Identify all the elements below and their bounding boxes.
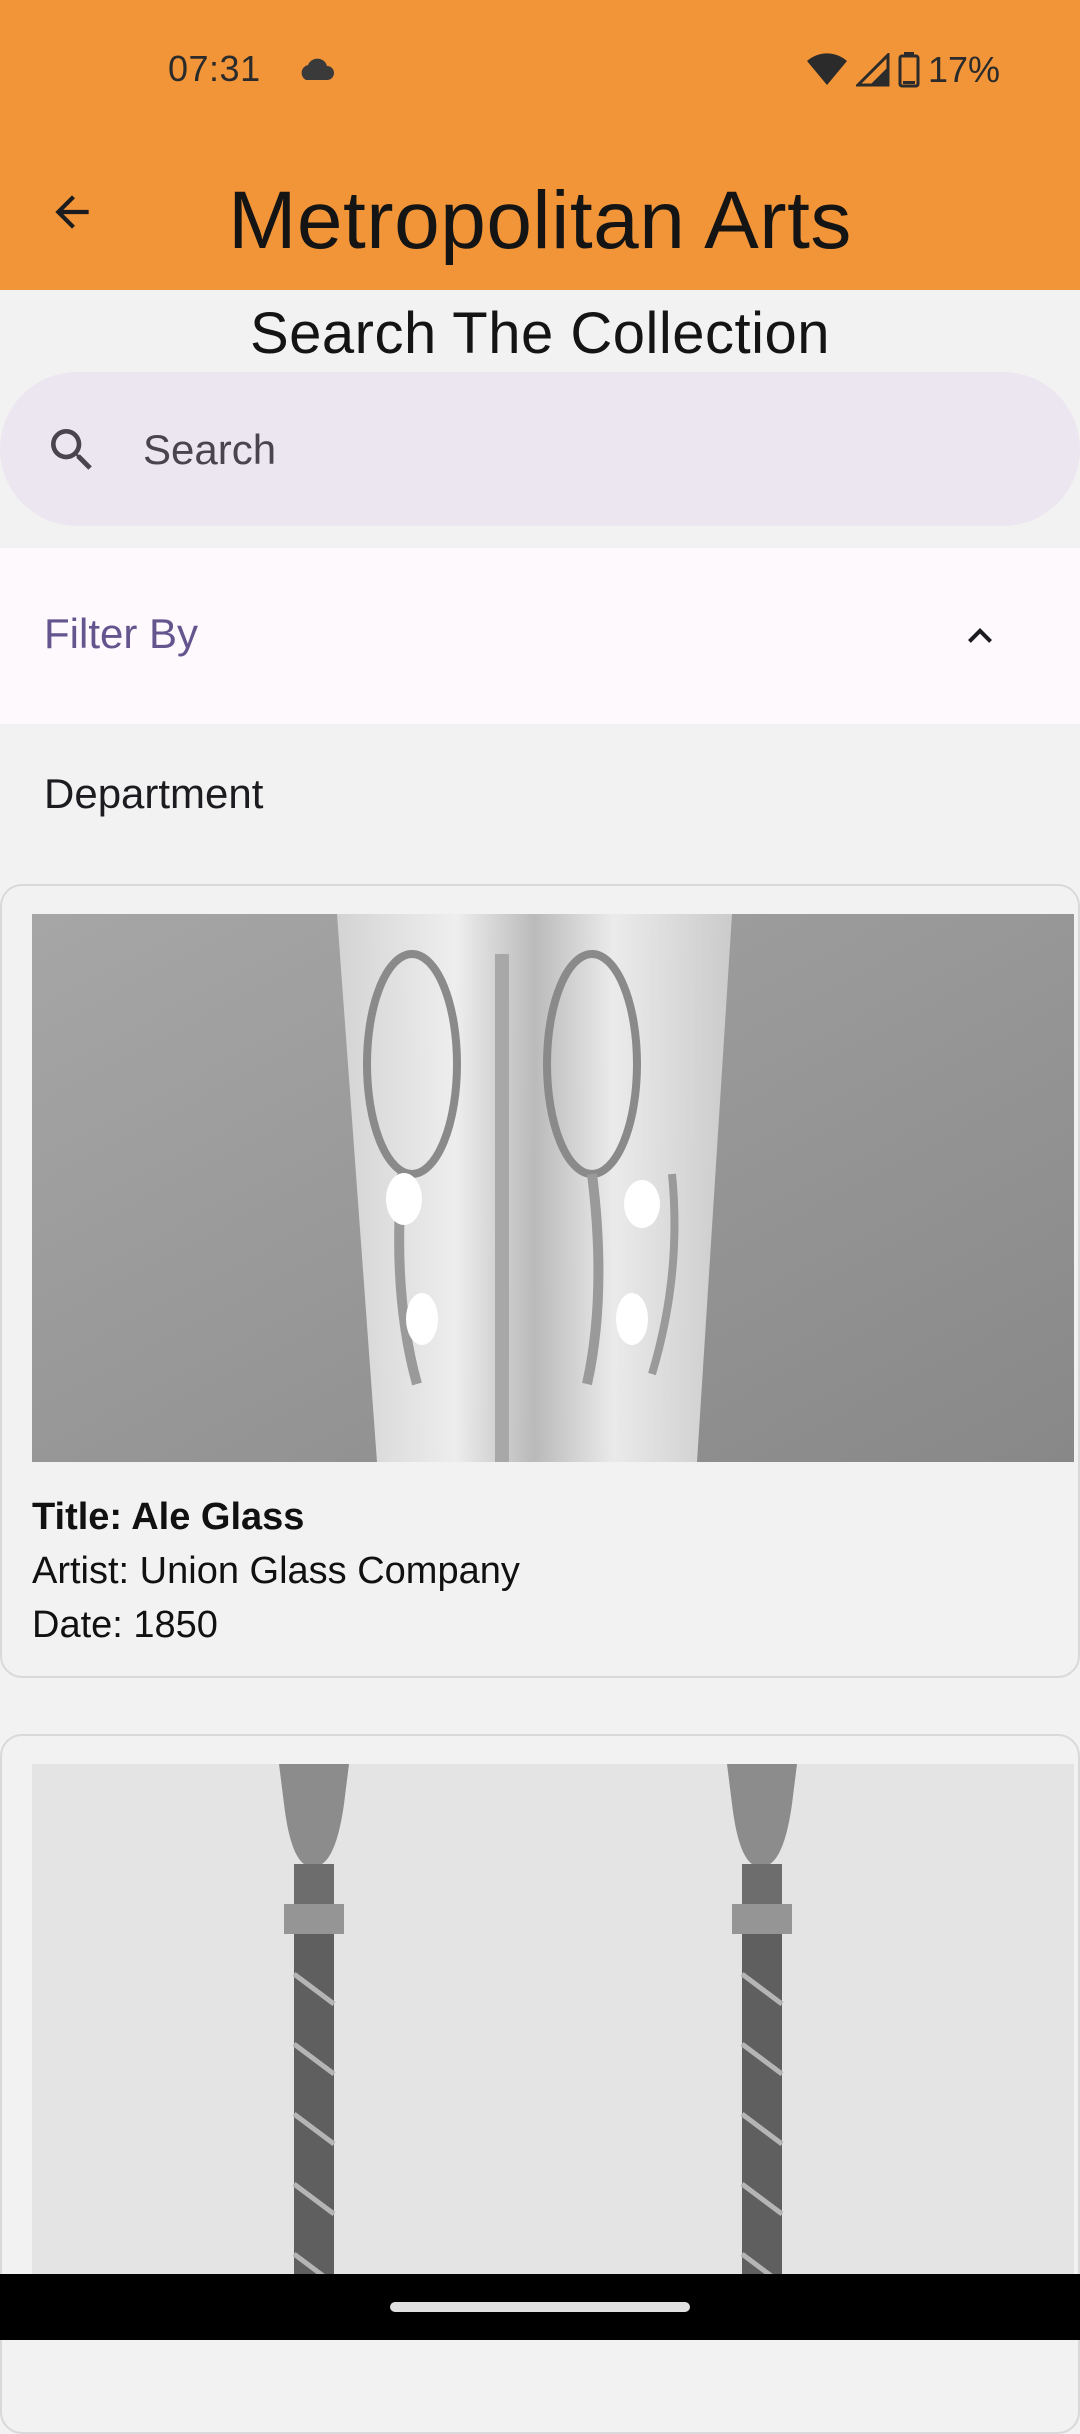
artwork-image [32,1764,1074,2304]
search-placeholder: Search [143,426,277,473]
artwork-title: Title: Ale Glass [32,1496,305,1538]
artwork-image [32,914,1074,1462]
app-title: Metropolitan Arts [228,175,852,266]
status-icons: 17% [806,48,1000,92]
result-card[interactable]: Title: Ale Glass Artist: Union Glass Com… [0,884,1080,1678]
signal-icon [855,53,890,87]
search-input[interactable]: Search [0,372,1080,526]
wifi-icon [806,53,847,85]
home-gesture-handle[interactable] [390,2302,690,2312]
filter-label: Filter By [44,610,199,657]
status-time: 07:31 [168,48,261,89]
page-heading: Search The Collection [249,301,831,366]
chevron-up-icon[interactable] [956,612,1004,660]
search-icon [51,429,92,470]
app-bar: 07:31 17% Metropolitan Arts [0,0,1080,290]
filter-panel-header[interactable]: Filter By [0,548,1080,724]
status-bar: 07:31 17% [0,0,1080,140]
battery-icon [898,52,920,88]
card-details: Title: Ale Glass Artist: Union Glass Com… [32,1490,520,1652]
artwork-artist: Artist: Union Glass Company [32,1550,520,1592]
artwork-date: Date: 1850 [32,1604,218,1646]
battery-percent: 17% [927,49,1000,90]
cloud-icon [301,58,334,80]
toolbar: Metropolitan Arts [0,150,1080,280]
department-filter-label[interactable]: Department [44,770,263,818]
system-nav-bar [0,2274,1080,2340]
